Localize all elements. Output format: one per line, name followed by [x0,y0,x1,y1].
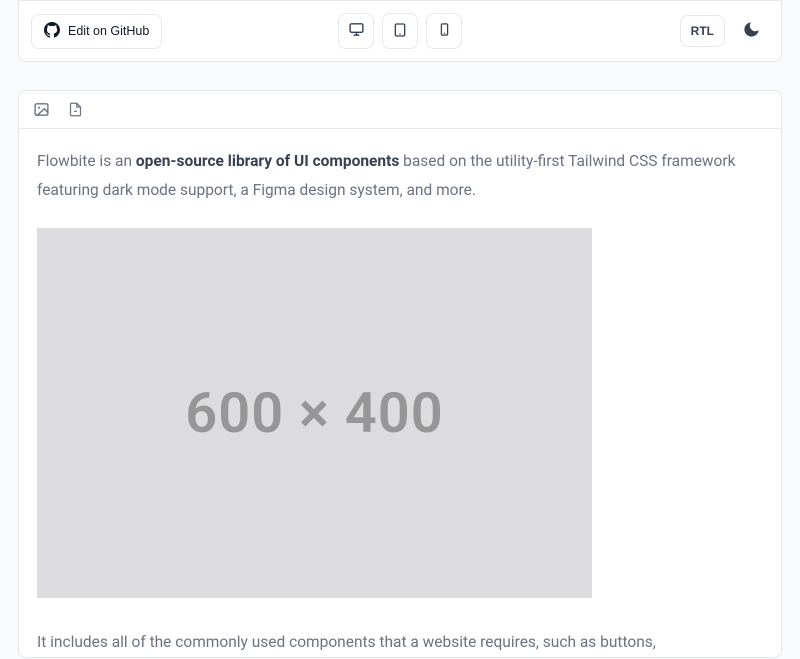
top-toolbar: Edit on GitHub [18,0,782,62]
github-icon [44,22,60,41]
file-icon [68,101,83,118]
edit-on-github-button[interactable]: Edit on GitHub [31,14,162,49]
moon-icon [742,20,761,42]
dark-mode-toggle-button[interactable] [733,13,769,49]
image-icon [33,101,50,118]
insert-image-button[interactable] [33,101,50,118]
para1-bold: open-source library of UI components [136,152,399,170]
tablet-view-button[interactable] [382,13,418,49]
rtl-toggle-button[interactable]: RTL [680,15,725,47]
editor-mini-toolbar [19,91,781,129]
edit-on-github-label: Edit on GitHub [68,24,149,38]
second-paragraph: It includes all of the commonly used com… [37,628,763,657]
intro-paragraph: Flowbite is an open-source library of UI… [37,147,763,206]
image-placeholder[interactable]: 600 × 400 [37,228,592,598]
mobile-view-button[interactable] [426,13,462,49]
editor-content[interactable]: Flowbite is an open-source library of UI… [19,129,781,657]
placeholder-dimensions: 600 × 400 [185,380,444,446]
para1-pre: Flowbite is an [37,152,136,170]
insert-file-button[interactable] [68,101,83,118]
rtl-label: RTL [691,24,714,38]
desktop-view-button[interactable] [338,13,374,49]
mobile-icon [437,22,452,40]
desktop-icon [348,21,365,41]
editor-panel: Flowbite is an open-source library of UI… [18,90,782,658]
tablet-icon [392,22,408,41]
